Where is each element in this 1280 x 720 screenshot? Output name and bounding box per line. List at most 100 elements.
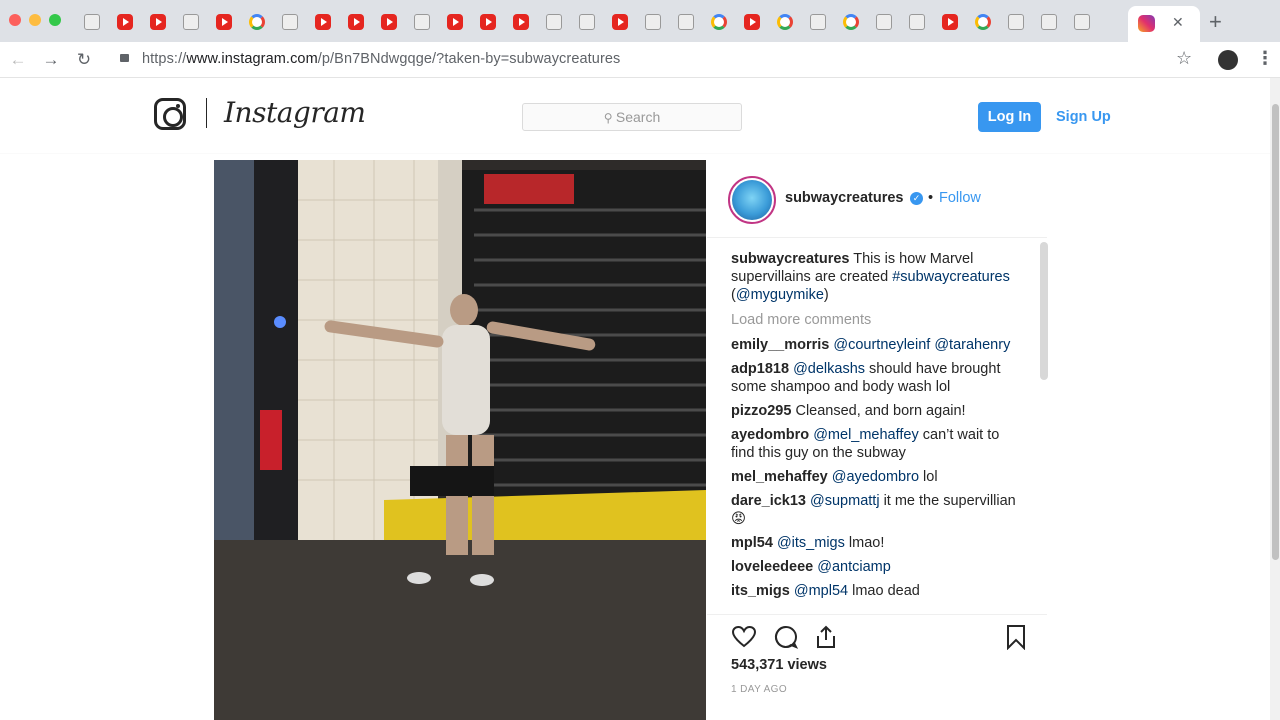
back-arrow-icon[interactable]: ← [7, 49, 29, 71]
tab-favicon-icon[interactable] [546, 14, 562, 30]
login-button[interactable]: Log In [978, 102, 1041, 132]
reload-icon[interactable]: ↻ [73, 49, 95, 71]
comment-bubble-icon[interactable] [773, 624, 799, 650]
forward-arrow-icon[interactable]: → [40, 49, 62, 71]
google-tab-icon[interactable] [843, 14, 859, 30]
youtube-tab-icon[interactable] [942, 14, 958, 30]
youtube-tab-icon[interactable] [348, 14, 364, 30]
comment-text: lol [919, 469, 938, 485]
youtube-tab-icon[interactable] [480, 14, 496, 30]
instagram-wordmark[interactable]: Instagram [224, 96, 366, 129]
new-tab-button[interactable]: + [1209, 9, 1222, 35]
comment-mention[interactable]: @supmattj [810, 493, 880, 509]
author-avatar[interactable] [728, 176, 776, 224]
tab-favicon-icon[interactable] [579, 14, 595, 30]
comment-mention[interactable]: @delkashs [793, 361, 865, 377]
views-count[interactable]: 543,371 views [731, 657, 827, 673]
comment-item: mel_mehaffey @ayedombro lol [731, 468, 1021, 486]
comment-item: dare_ick13 @supmattj it me the supervill… [731, 492, 1021, 528]
comment-item: pizzo295 Cleansed, and born again! [731, 402, 1021, 420]
tab-favicon-icon[interactable] [876, 14, 892, 30]
google-tab-icon[interactable] [249, 14, 265, 30]
youtube-tab-icon[interactable] [744, 14, 760, 30]
url-path: /p/Bn7BNdwgqge/?taken-by=subwaycreatures [317, 51, 621, 67]
tab-favicon-icon[interactable] [909, 14, 925, 30]
comment-username[interactable]: mel_mehaffey [731, 469, 828, 485]
google-tab-icon[interactable] [975, 14, 991, 30]
youtube-tab-icon[interactable] [612, 14, 628, 30]
verified-badge-icon: ✓ [910, 192, 923, 205]
tab-favicon-icon[interactable] [1074, 14, 1090, 30]
google-tab-icon[interactable] [777, 14, 793, 30]
tab-favicon-icon[interactable] [414, 14, 430, 30]
page-scrollbar-thumb[interactable] [1272, 104, 1279, 560]
url-domain: www.instagram.com [186, 51, 318, 67]
comment-mention[interactable]: @ayedombro [832, 469, 919, 485]
active-tab[interactable]: ✕ [1128, 6, 1200, 42]
load-more-comments-button[interactable]: Load more comments [731, 311, 1021, 329]
browser-menu-icon[interactable]: ⋮ [1256, 48, 1274, 69]
comment-username[interactable]: mpl54 [731, 535, 773, 551]
youtube-tab-icon[interactable] [216, 14, 232, 30]
post-timestamp[interactable]: 1 DAY AGO [731, 684, 787, 695]
youtube-tab-icon[interactable] [150, 14, 166, 30]
comment-text: lmao dead [848, 583, 920, 599]
signup-button[interactable]: Sign Up [1056, 102, 1111, 132]
comment-item: ayedombro @mel_mehaffey can’t wait to fi… [731, 426, 1021, 462]
comment-mention[interactable]: @mpl54 [794, 583, 848, 599]
like-heart-icon[interactable] [731, 624, 757, 650]
comments-list[interactable]: subwaycreatures This is how Marvel super… [731, 250, 1021, 612]
comment-username[interactable]: its_migs [731, 583, 790, 599]
address-bar[interactable]: https://www.instagram.com/p/Bn7BNdwgqge/… [142, 51, 620, 67]
tab-favicon-icon[interactable] [678, 14, 694, 30]
comment-username[interactable]: loveleedeee [731, 559, 813, 575]
video-frame [214, 160, 706, 720]
post-video[interactable] [214, 160, 706, 720]
youtube-tab-icon[interactable] [381, 14, 397, 30]
close-window-button[interactable] [9, 14, 21, 26]
comment-username[interactable]: emily__morris [731, 337, 829, 353]
caption-hashtag[interactable]: #subwaycreatures [892, 269, 1010, 285]
comment-text: Cleansed, and born again! [795, 403, 966, 419]
save-bookmark-icon[interactable] [1003, 624, 1029, 650]
comment-text: lmao! [844, 535, 885, 551]
comment-username[interactable]: ayedombro [731, 427, 809, 443]
tab-favicon-icon[interactable] [84, 14, 100, 30]
bookmark-star-icon[interactable]: ☆ [1176, 48, 1192, 69]
author-username[interactable]: subwaycreatures [785, 190, 903, 206]
youtube-tab-icon[interactable] [513, 14, 529, 30]
google-tab-icon[interactable] [711, 14, 727, 30]
separator-dot: • [928, 190, 934, 206]
tab-favicon-icon[interactable] [282, 14, 298, 30]
minimize-window-button[interactable] [29, 14, 41, 26]
comment-item: loveleedeee @antciamp [731, 558, 1021, 576]
tab-favicon-icon[interactable] [645, 14, 661, 30]
comment-item: adp1818 @delkashs should have brought so… [731, 360, 1021, 396]
tab-favicon-icon[interactable] [1041, 14, 1057, 30]
zoom-window-button[interactable] [49, 14, 61, 26]
youtube-tab-icon[interactable] [117, 14, 133, 30]
share-icon[interactable] [813, 624, 839, 650]
comment-username[interactable]: pizzo295 [731, 403, 791, 419]
youtube-tab-icon[interactable] [447, 14, 463, 30]
caption-mention[interactable]: @myguymike [736, 287, 824, 303]
search-input[interactable]: ⚲ Search [522, 103, 742, 131]
tab-favicon-icon[interactable] [183, 14, 199, 30]
youtube-tab-icon[interactable] [315, 14, 331, 30]
comments-scrollbar[interactable] [1040, 242, 1048, 380]
instagram-camera-icon[interactable] [154, 98, 186, 130]
comment-username[interactable]: adp1818 [731, 361, 789, 377]
tab-close-icon[interactable]: ✕ [1172, 14, 1184, 31]
comment-mention[interactable]: @mel_mehaffey [813, 427, 919, 443]
comment-mention[interactable]: @courtneyleinf @tarahenry [833, 337, 1010, 353]
caption-username[interactable]: subwaycreatures [731, 251, 849, 267]
logo-divider [206, 98, 207, 128]
profile-avatar[interactable] [1218, 50, 1238, 70]
follow-button[interactable]: Follow [939, 190, 981, 206]
comment-mention[interactable]: @antciamp [817, 559, 891, 575]
browser-tab-strip: ✕ + [0, 0, 1280, 42]
comment-username[interactable]: dare_ick13 [731, 493, 806, 509]
tab-favicon-icon[interactable] [1008, 14, 1024, 30]
comment-mention[interactable]: @its_migs [777, 535, 845, 551]
tab-favicon-icon[interactable] [810, 14, 826, 30]
